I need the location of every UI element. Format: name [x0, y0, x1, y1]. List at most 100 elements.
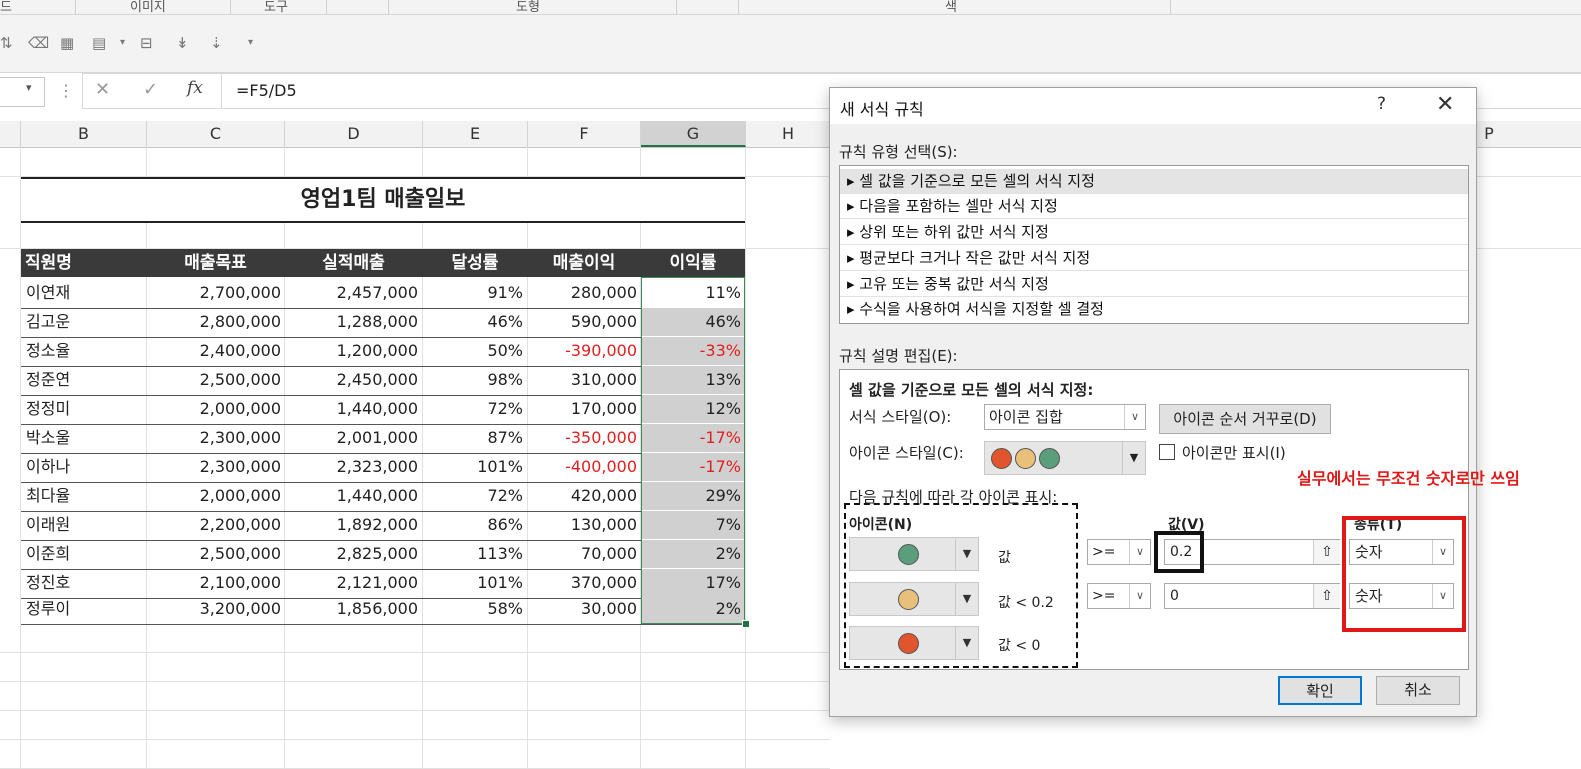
profit-cell[interactable]: -350,000	[528, 424, 637, 452]
icon-select-yellow[interactable]: ▼	[849, 582, 979, 616]
sort-descending-icon[interactable]: ↡	[176, 34, 189, 52]
reverse-icon-order-button[interactable]: 아이콘 순서 거꾸로(D)	[1159, 404, 1331, 434]
employee-name-cell[interactable]: 정진호	[26, 569, 146, 597]
rule-type-item[interactable]: ▸ 셀 값을 기준으로 모든 셀의 서식 지정	[840, 169, 1468, 194]
profit-cell[interactable]: 280,000	[528, 279, 637, 307]
achievement-rate-cell[interactable]: 101%	[423, 569, 523, 597]
achievement-rate-cell[interactable]: 87%	[423, 424, 523, 452]
employee-name-cell[interactable]: 이래원	[26, 511, 146, 539]
actual-sales-cell[interactable]: 1,288,000	[285, 308, 418, 336]
icon-select-green[interactable]: ▼	[849, 537, 979, 571]
achievement-rate-cell[interactable]: 86%	[423, 511, 523, 539]
column-header-b[interactable]: B	[21, 121, 147, 147]
ok-button[interactable]: 확인	[1278, 676, 1362, 705]
achievement-rate-cell[interactable]: 50%	[423, 337, 523, 365]
sales-target-cell[interactable]: 2,500,000	[147, 540, 281, 568]
icon-select-red[interactable]: ▼	[849, 626, 979, 660]
clear-format-icon[interactable]: ⌫	[28, 34, 49, 52]
sales-target-cell[interactable]: 2,300,000	[147, 424, 281, 452]
format-style-select[interactable]: 아이콘 집합 ∨	[984, 404, 1146, 430]
employee-name-cell[interactable]: 최다율	[26, 482, 146, 510]
column-header-e[interactable]: E	[423, 121, 528, 147]
rule-type-item[interactable]: ▸ 고유 또는 중복 값만 서식 지정	[840, 272, 1468, 297]
profit-cell[interactable]: -400,000	[528, 453, 637, 481]
cancel-button[interactable]: 취소	[1376, 676, 1460, 705]
employee-name-cell[interactable]: 이준희	[26, 540, 146, 568]
achievement-rate-cell[interactable]: 91%	[423, 279, 523, 307]
actual-sales-cell[interactable]: 2,450,000	[285, 366, 418, 394]
table-header-cell[interactable]: 달성률	[423, 249, 527, 277]
column-header-f[interactable]: F	[528, 121, 641, 147]
more-icon[interactable]: ▾	[248, 37, 253, 48]
achievement-rate-cell[interactable]: 101%	[423, 453, 523, 481]
sort-icon[interactable]: ⇅	[0, 34, 13, 52]
icon-style-select[interactable]: ▼	[984, 441, 1146, 475]
report-title[interactable]: 영업1팀 매출일보	[21, 177, 745, 223]
achievement-rate-cell[interactable]: 98%	[423, 366, 523, 394]
sales-target-cell[interactable]: 2,000,000	[147, 395, 281, 423]
table-header-cell[interactable]: 이익률	[641, 249, 745, 277]
sales-target-cell[interactable]: 2,100,000	[147, 569, 281, 597]
column-header-g[interactable]: G	[641, 121, 746, 147]
sales-target-cell[interactable]: 2,700,000	[147, 279, 281, 307]
cancel-icon[interactable]: ✕	[95, 79, 110, 100]
employee-name-cell[interactable]: 정소율	[26, 337, 146, 365]
employee-name-cell[interactable]: 김고운	[26, 308, 146, 336]
rule-type-item[interactable]: ▸ 평균보다 크거나 작은 값만 서식 지정	[840, 246, 1468, 271]
actual-sales-cell[interactable]: 1,440,000	[285, 482, 418, 510]
actual-sales-cell[interactable]: 2,323,000	[285, 453, 418, 481]
column-header[interactable]	[0, 121, 21, 147]
operator-select[interactable]: >= ∨	[1087, 539, 1151, 565]
close-icon[interactable]: ✕	[1436, 92, 1454, 117]
sales-target-cell[interactable]: 2,400,000	[147, 337, 281, 365]
sales-target-cell[interactable]: 2,500,000	[147, 366, 281, 394]
actual-sales-cell[interactable]: 2,001,000	[285, 424, 418, 452]
table-icon[interactable]: ▦	[60, 34, 74, 52]
profit-cell[interactable]: 30,000	[528, 595, 637, 623]
chevron-down-icon[interactable]: ▾	[120, 37, 125, 48]
insert-table-icon[interactable]: ▤	[92, 34, 106, 52]
column-header-h[interactable]: H	[746, 121, 831, 147]
table-header-cell[interactable]: 매출이익	[528, 249, 640, 277]
achievement-rate-cell[interactable]: 72%	[423, 395, 523, 423]
function-icon[interactable]: fx	[187, 78, 203, 98]
achievement-rate-cell[interactable]: 113%	[423, 540, 523, 568]
table-header-cell[interactable]: 실적매출	[285, 249, 422, 277]
profit-cell[interactable]: 370,000	[528, 569, 637, 597]
enter-icon[interactable]: ✓	[143, 79, 158, 100]
rule-type-item[interactable]: ▸ 수식을 사용하여 서식을 지정할 셀 결정	[840, 297, 1468, 322]
sales-target-cell[interactable]: 2,000,000	[147, 482, 281, 510]
employee-name-cell[interactable]: 박소울	[26, 424, 146, 452]
profit-cell[interactable]: 70,000	[528, 540, 637, 568]
profit-cell[interactable]: 130,000	[528, 511, 637, 539]
profit-cell[interactable]: 590,000	[528, 308, 637, 336]
actual-sales-cell[interactable]: 1,200,000	[285, 337, 418, 365]
actual-sales-cell[interactable]: 1,440,000	[285, 395, 418, 423]
employee-name-cell[interactable]: 정준연	[26, 366, 146, 394]
employee-name-cell[interactable]: 이하나	[26, 453, 146, 481]
sales-target-cell[interactable]: 2,200,000	[147, 511, 281, 539]
actual-sales-cell[interactable]: 1,856,000	[285, 595, 418, 623]
actual-sales-cell[interactable]: 2,825,000	[285, 540, 418, 568]
achievement-rate-cell[interactable]: 58%	[423, 595, 523, 623]
freeze-panes-icon[interactable]: ⊟	[140, 34, 153, 52]
actual-sales-cell[interactable]: 2,457,000	[285, 279, 418, 307]
table-header-cell[interactable]: 매출목표	[147, 249, 284, 277]
help-icon[interactable]: ?	[1377, 94, 1386, 114]
rule-type-item[interactable]: ▸ 상위 또는 하위 값만 서식 지정	[840, 220, 1468, 245]
rule-type-item[interactable]: ▸ 다음을 포함하는 셀만 서식 지정	[840, 194, 1468, 219]
filter-icon[interactable]: ⇣	[210, 34, 223, 52]
name-box[interactable]	[0, 77, 45, 107]
sales-target-cell[interactable]: 3,200,000	[147, 595, 281, 623]
profit-cell[interactable]: 310,000	[528, 366, 637, 394]
column-header-c[interactable]: C	[147, 121, 285, 147]
chevron-down-icon[interactable]: ▾	[26, 81, 32, 94]
actual-sales-cell[interactable]: 2,121,000	[285, 569, 418, 597]
icon-only-checkbox[interactable]	[1159, 444, 1175, 460]
profit-cell[interactable]: 420,000	[528, 482, 637, 510]
operator-select[interactable]: >= ∨	[1087, 583, 1151, 609]
fill-handle[interactable]	[742, 620, 750, 628]
range-select-icon[interactable]: ⇧	[1313, 540, 1340, 564]
employee-name-cell[interactable]: 정루이	[26, 595, 146, 623]
employee-name-cell[interactable]: 이연재	[26, 279, 146, 307]
